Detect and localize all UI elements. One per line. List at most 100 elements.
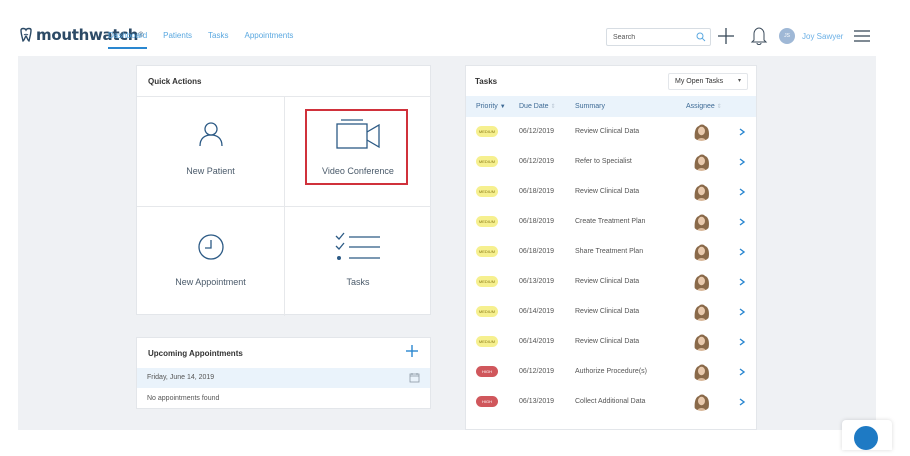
task-due-date: 06/18/2019 [519,188,555,195]
new-patient-label: New Patient [186,166,235,176]
tasks-filter-value: My Open Tasks [675,78,724,85]
chevron-right-icon[interactable] [738,247,746,257]
task-row[interactable]: HIGH 06/13/2019 Collect Additional Data [466,387,756,417]
task-row[interactable]: MEDIUM 06/18/2019 Share Treatment Plan [466,237,756,267]
chat-icon [854,426,878,450]
task-due-date: 06/13/2019 [519,278,555,285]
task-row[interactable]: MEDIUM 06/14/2019 Review Clinical Data [466,297,756,327]
task-row[interactable]: MEDIUM 06/13/2019 Review Clinical Data [466,267,756,297]
top-bar: mouthwatch ® Dashboard Patients Tasks App… [0,0,910,56]
priority-badge: MEDIUM [476,276,498,287]
no-appointments-message: No appointments found [147,395,220,402]
assignee-avatar [692,332,711,351]
priority-badge: MEDIUM [476,336,498,347]
assignee-avatar [692,122,711,141]
task-row[interactable]: MEDIUM 06/18/2019 Review Clinical Data [466,177,756,207]
chevron-right-icon[interactable] [738,277,746,287]
task-due-date: 06/18/2019 [519,248,555,255]
priority-badge: HIGH [476,366,498,377]
assignee-avatar [692,362,711,381]
quick-actions-title: Quick Actions [148,77,202,86]
user-avatar[interactable]: JS [779,28,795,44]
chevron-right-icon[interactable] [738,127,746,137]
add-icon[interactable] [716,26,736,46]
upcoming-appointments-card: Upcoming Appointments Friday, June 14, 2… [136,337,431,409]
task-row[interactable]: MEDIUM 06/12/2019 Refer to Specialist [466,147,756,177]
new-appointment-label: New Appointment [175,277,246,287]
col-due-date[interactable]: Due Date ⇕ [519,103,556,110]
col-priority[interactable]: Priority ▼ [476,103,506,110]
priority-badge: MEDIUM [476,306,498,317]
task-due-date: 06/14/2019 [519,308,555,315]
task-summary: Refer to Specialist [575,158,632,165]
calendar-icon[interactable] [409,372,420,383]
assignee-avatar [692,272,711,291]
quick-actions-card: Quick Actions New Patient Video Conferen… [136,65,431,316]
assignee-avatar [692,182,711,201]
upcoming-appointments-title: Upcoming Appointments [148,349,243,358]
chevron-right-icon[interactable] [738,217,746,227]
main-nav: Dashboard Patients Tasks Appointments [108,31,309,49]
chevron-right-icon[interactable] [738,337,746,347]
task-summary: Collect Additional Data [575,398,646,405]
search-box [606,28,711,46]
tooth-icon [20,27,32,42]
appointment-date-row[interactable]: Friday, June 14, 2019 [137,368,430,388]
chevron-right-icon[interactable] [738,187,746,197]
assignee-avatar [692,212,711,231]
new-patient-tile[interactable]: New Patient [137,96,284,206]
appointment-date: Friday, June 14, 2019 [147,374,215,381]
task-summary: Share Treatment Plan [575,248,644,255]
chevron-right-icon[interactable] [738,157,746,167]
task-summary: Review Clinical Data [575,338,640,345]
search-input[interactable] [607,29,693,45]
chevron-right-icon[interactable] [738,397,746,407]
person-icon [198,122,223,147]
task-due-date: 06/12/2019 [519,128,555,135]
nav-appointments[interactable]: Appointments [245,31,294,49]
task-due-date: 06/14/2019 [519,338,555,345]
user-name[interactable]: Joy Sawyer [802,32,843,41]
chevron-right-icon[interactable] [738,367,746,377]
col-summary: Summary [575,103,605,110]
add-appointment-icon[interactable] [405,344,419,358]
tasks-tile[interactable]: Tasks [284,206,431,316]
task-summary: Review Clinical Data [575,278,640,285]
priority-badge: HIGH [476,396,498,407]
task-summary: Create Treatment Plan [575,218,646,225]
video-conference-highlight [305,109,408,185]
col-assignee[interactable]: Assignee ⇕ [686,103,722,110]
priority-badge: MEDIUM [476,246,498,257]
chevron-right-icon[interactable] [738,307,746,317]
caret-down-icon: ▾ [737,78,741,84]
bell-icon[interactable] [750,26,768,46]
tasks-title: Tasks [475,77,498,86]
chat-widget[interactable] [842,420,892,450]
task-row[interactable]: MEDIUM 06/18/2019 Create Treatment Plan [466,207,756,237]
task-summary: Review Clinical Data [575,188,640,195]
clock-icon [197,234,224,260]
assignee-avatar [692,392,711,411]
assignee-avatar [692,152,711,171]
tasks-tile-label: Tasks [346,277,370,287]
checklist-icon [335,232,380,260]
tasks-card: Tasks My Open Tasks ▾ Priority ▼ Due Dat… [465,65,757,430]
nav-dashboard[interactable]: Dashboard [108,31,148,49]
task-summary: Authorize Procedure(s) [575,368,647,375]
hamburger-menu-icon[interactable] [853,28,871,44]
search-icon[interactable] [696,32,706,42]
nav-tasks[interactable]: Tasks [208,31,228,49]
priority-badge: MEDIUM [476,126,498,137]
task-due-date: 06/12/2019 [519,158,555,165]
task-row[interactable]: MEDIUM 06/12/2019 Review Clinical Data [466,117,756,147]
task-due-date: 06/18/2019 [519,218,555,225]
task-row[interactable]: MEDIUM 06/14/2019 Review Clinical Data [466,327,756,357]
assignee-avatar [692,242,711,261]
task-due-date: 06/13/2019 [519,398,555,405]
task-row[interactable]: HIGH 06/12/2019 Authorize Procedure(s) [466,357,756,387]
nav-patients[interactable]: Patients [163,31,192,49]
priority-badge: MEDIUM [476,156,498,167]
new-appointment-tile[interactable]: New Appointment [137,206,284,316]
assignee-avatar [692,302,711,321]
tasks-filter-select[interactable]: My Open Tasks ▾ [668,73,748,90]
